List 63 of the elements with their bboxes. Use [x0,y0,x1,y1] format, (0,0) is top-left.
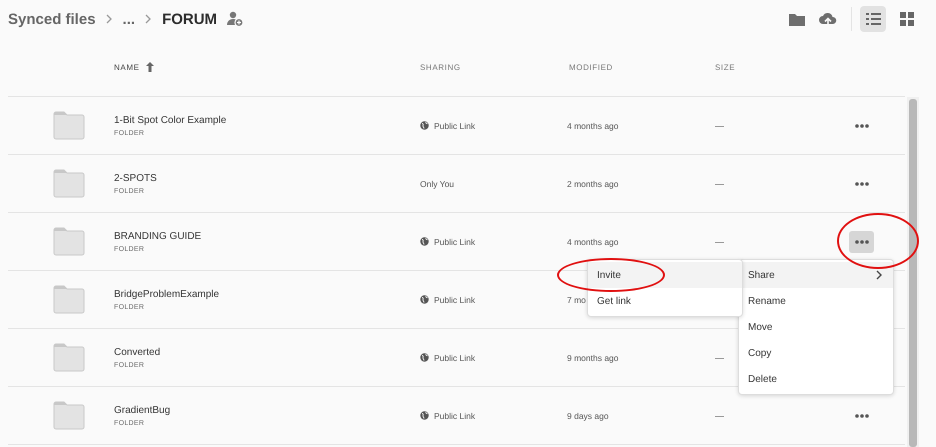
sharing-status: Public Link [434,236,476,246]
folder-icon [53,343,85,372]
file-size: — [715,236,724,246]
grid-icon [900,12,914,26]
file-size: — [715,178,724,188]
list-icon [866,12,880,26]
menu-item[interactable]: Rename [739,288,893,314]
file-name[interactable]: Converted [114,346,420,358]
more-icon [854,414,868,418]
globe-icon [420,121,429,130]
column-header[interactable]: SHARING [420,62,461,72]
sharing-status: Public Link [434,120,476,130]
add-person-icon [227,11,244,27]
globe-icon [420,353,429,362]
file-name[interactable]: 2-SPOTS [114,172,420,184]
globe-icon [420,295,429,304]
more-icon [854,240,868,244]
column-header[interactable]: MODIFIED [569,62,613,72]
modified-date: 2 months ago [567,178,619,188]
folder-icon [53,111,85,140]
sharing-status: Public Link [434,352,476,362]
modified-date: 9 days ago [567,410,609,420]
folder-icon [53,227,85,256]
globe-icon [420,411,429,420]
sharing-status: Public Link [434,410,476,420]
menu-item[interactable]: Move [739,314,893,340]
menu-item[interactable]: Get link [588,288,742,314]
file-name[interactable]: BRANDING GUIDE [114,230,420,242]
sharing-status: Only You [420,178,454,188]
folder-icon [53,169,85,198]
file-size: — [715,352,724,362]
column-header[interactable]: SIZE [715,62,736,72]
list-view-button[interactable] [860,6,886,32]
modified-date: 4 months ago [567,120,619,130]
more-icon [854,124,868,128]
file-name[interactable]: GradientBug [114,404,420,416]
menu-item[interactable]: Copy [739,340,893,366]
modified-date: 4 months ago [567,236,619,246]
chevron-icon [106,14,113,24]
chevron-icon [145,14,152,24]
folder-icon [53,285,85,314]
globe-icon [420,237,429,246]
file-name[interactable]: 1-Bit Spot Color Example [114,114,420,126]
sharing-status: Public Link [434,294,476,304]
menu-item[interactable]: Invite [588,262,742,288]
chevron-icon [876,270,883,280]
file-size: — [715,410,724,420]
sort-arrow-icon [146,62,154,72]
modified-date: 9 months ago [567,352,619,362]
folder-icon [53,401,85,430]
scrollbar[interactable] [907,97,919,447]
column-header[interactable]: NAME [114,62,140,72]
breadcrumb-link[interactable]: Synced files [8,10,96,28]
menu-item[interactable]: Delete [739,366,893,392]
breadcrumb-link[interactable]: ... [122,10,136,28]
cloud-upload-icon[interactable] [819,11,837,27]
folder-icon[interactable] [789,12,805,26]
file-size: — [715,120,724,130]
modified-date: 7 mo [567,294,586,304]
more-icon [854,182,868,186]
breadcrumb-current: FORUM [162,10,218,28]
more-button[interactable] [849,230,874,252]
file-name[interactable]: BridgeProblemExample [114,288,420,300]
